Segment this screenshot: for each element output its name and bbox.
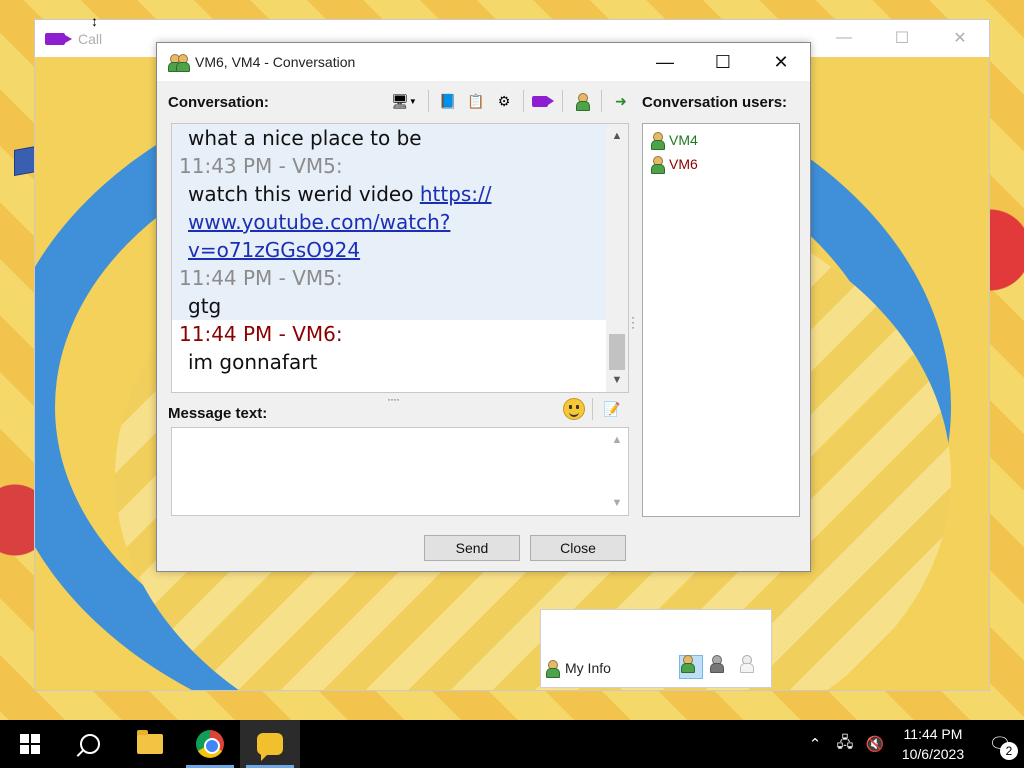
volume-muted-icon[interactable]: 🔇 <box>860 735 890 753</box>
system-tray: ⌃ 🖧 🔇 11:44 PM 10/6/2023 🗨 2 <box>800 720 1024 768</box>
message-text: gtg <box>188 294 222 318</box>
clock-date: 10/6/2023 <box>901 746 965 762</box>
user-icon <box>650 156 665 174</box>
message-text: watch this werid video https:// <box>188 182 492 206</box>
notification-center-button[interactable]: 🗨 2 <box>976 720 1024 768</box>
leave-conversation-icon[interactable]: ➜ <box>609 89 633 113</box>
call-maximize-button[interactable]: ☐ <box>873 20 931 56</box>
user-list-item[interactable]: VM6 <box>643 152 799 176</box>
emoji-icon[interactable] <box>563 398 585 420</box>
dialog-maximize-button[interactable]: ☐ <box>694 43 752 81</box>
message-header: 11:43 PM - VM5: <box>179 154 343 178</box>
close-button[interactable]: Close <box>530 535 626 561</box>
scroll-down-icon[interactable]: ▼ <box>606 370 628 390</box>
scroll-up-icon[interactable]: ▲ <box>606 430 628 450</box>
user-icon <box>650 132 665 150</box>
status-available-button[interactable] <box>679 655 703 679</box>
video-camera-icon <box>45 32 72 45</box>
message-block-vm6: 11:44 PM - VM6: im gonnafart <box>172 320 606 376</box>
dialog-close-button[interactable]: ✕ <box>752 43 810 81</box>
virtualbox-icon <box>14 146 36 176</box>
my-info-panel: My Info <box>540 609 772 688</box>
message-block-vm5: what a nice place to be 11:43 PM - VM5: … <box>172 124 606 320</box>
my-info-user-icon <box>545 660 560 678</box>
file-explorer-button[interactable] <box>120 720 180 768</box>
taskbar: ⌃ 🖧 🔇 11:44 PM 10/6/2023 🗨 2 <box>0 720 1024 768</box>
message-header: 11:44 PM - VM6: <box>179 322 343 346</box>
message-text: what a nice place to be <box>188 126 422 150</box>
message-input[interactable]: ▲ ▼ <box>171 427 629 516</box>
call-close-button[interactable]: ✕ <box>931 20 989 56</box>
conversation-history[interactable]: what a nice place to be 11:43 PM - VM5: … <box>171 123 629 393</box>
message-text-label: Message text: <box>168 405 268 422</box>
send-file-icon[interactable]: 📝 <box>600 397 624 421</box>
vertical-splitter-handle[interactable]: · · · <box>631 311 637 333</box>
conversation-scrollbar[interactable]: ▲ ▼ <box>606 124 628 392</box>
user-info-icon[interactable]: 📋 <box>464 89 488 113</box>
conversation-dialog: VM6, VM4 - Conversation — ☐ ✕ Conversati… <box>156 42 811 572</box>
scroll-down-icon[interactable]: ▼ <box>606 493 628 513</box>
video-call-icon[interactable] <box>531 89 555 113</box>
add-user-icon[interactable] <box>570 89 594 113</box>
search-icon <box>80 734 100 754</box>
chrome-button[interactable] <box>180 720 240 768</box>
screen-share-dropdown-icon[interactable]: 🖥 ▼ <box>387 89 421 113</box>
conversation-users-list: VM4 VM6 <box>642 123 800 517</box>
youtube-link[interactable]: https:// <box>420 182 492 206</box>
status-offline-button[interactable] <box>739 655 763 679</box>
scroll-up-icon[interactable]: ▲ <box>606 126 628 146</box>
search-button[interactable] <box>60 720 120 768</box>
settings-gear-icon[interactable]: ⚙ <box>492 89 516 113</box>
messenger-icon <box>257 733 283 761</box>
message-text: im gonnafart <box>188 350 318 374</box>
windows-icon <box>20 734 40 754</box>
users-label: Conversation users: <box>642 94 788 111</box>
notification-count-badge: 2 <box>1000 742 1018 760</box>
network-icon[interactable]: 🖧 <box>830 732 860 757</box>
message-header: 11:44 PM - VM5: <box>179 266 343 290</box>
youtube-link[interactable]: v=o71zGGsO924 <box>188 238 360 262</box>
call-window-title: Call <box>78 30 103 47</box>
start-button[interactable] <box>0 720 60 768</box>
resize-cursor-icon: ↕ <box>91 13 98 29</box>
dialog-minimize-button[interactable]: — <box>636 43 694 81</box>
message-scrollbar[interactable]: ▲ ▼ <box>606 428 628 515</box>
chrome-icon <box>196 730 224 758</box>
conversation-toolbar: 🖥 ▼ 📘 📋 ⚙ ➜ <box>387 89 633 113</box>
folder-icon <box>137 730 163 754</box>
splitter-handle[interactable]: ···· <box>387 392 400 406</box>
status-away-button[interactable] <box>709 655 733 679</box>
conversation-label: Conversation: <box>168 94 269 111</box>
history-book-icon[interactable]: 📘 <box>436 89 460 113</box>
status-offline-icon <box>739 655 763 679</box>
users-icon <box>167 54 190 72</box>
clock[interactable]: 11:44 PM 10/6/2023 <box>890 724 976 764</box>
show-hidden-icons-icon[interactable]: ⌃ <box>800 735 830 753</box>
dialog-title: VM6, VM4 - Conversation <box>195 54 356 70</box>
call-minimize-button[interactable]: — <box>815 20 873 56</box>
youtube-link[interactable]: www.youtube.com/watch? <box>188 210 450 234</box>
user-list-item[interactable]: VM4 <box>643 128 799 152</box>
clock-time: 11:44 PM <box>903 726 963 742</box>
status-available-icon <box>680 655 702 679</box>
scroll-thumb[interactable] <box>609 334 625 370</box>
status-away-icon <box>709 655 733 679</box>
messenger-button[interactable] <box>240 720 300 768</box>
send-button[interactable]: Send <box>424 535 520 561</box>
my-info-label[interactable]: My Info <box>565 660 611 676</box>
